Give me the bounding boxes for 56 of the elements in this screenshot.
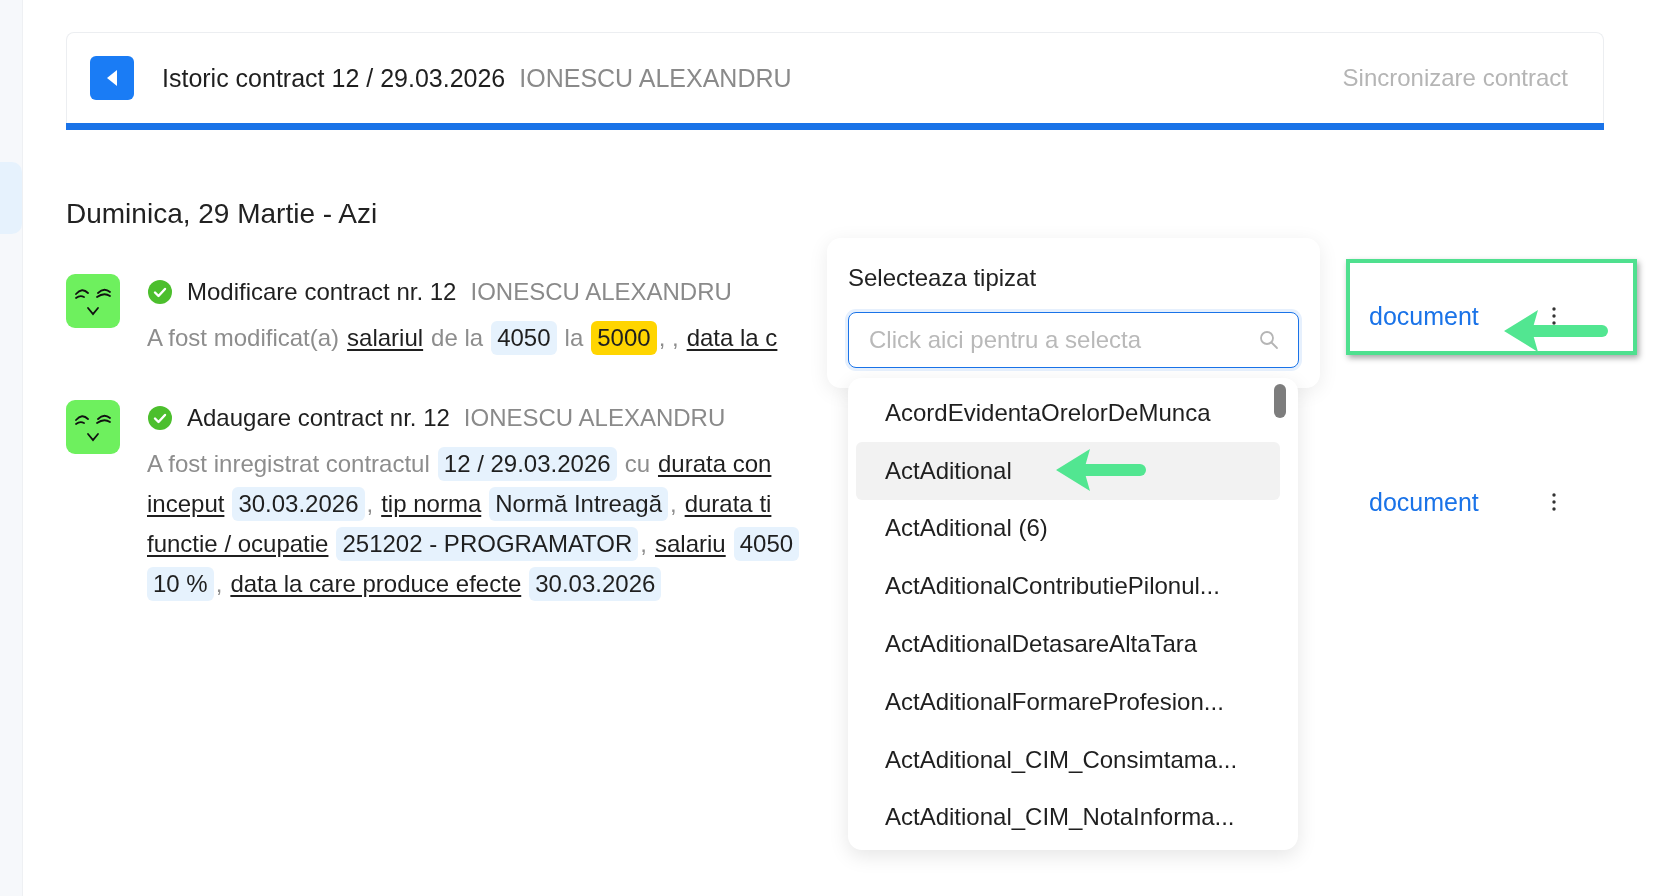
back-button[interactable] bbox=[90, 56, 134, 100]
scrollbar-thumb[interactable] bbox=[1274, 384, 1286, 418]
field-value: 12 / 29.03.2026 bbox=[437, 447, 617, 481]
page-title: Istoric contract 12 / 29.03.2026 bbox=[162, 63, 506, 93]
kebab-icon bbox=[1552, 307, 1556, 325]
field-value: 4050 bbox=[733, 527, 800, 561]
more-options-button[interactable] bbox=[1550, 491, 1558, 513]
entry-person: IONESCU ALEXANDRU bbox=[463, 404, 726, 432]
field-value: 5000 bbox=[591, 321, 657, 355]
field-value: 10 % bbox=[147, 567, 214, 601]
description-text: A fost inregistrat contractul bbox=[147, 450, 430, 478]
option-item[interactable]: ActAditionalContributiePilonul... bbox=[856, 557, 1280, 616]
field-link[interactable]: data la care produce efecte bbox=[230, 570, 522, 598]
search-icon bbox=[1259, 330, 1279, 350]
document-link[interactable]: document bbox=[1369, 487, 1479, 517]
field-value: 30.03.2026 bbox=[232, 487, 365, 521]
popover-title: Selecteaza tipizat bbox=[848, 264, 1038, 292]
kebab-icon bbox=[1552, 493, 1556, 511]
field-link[interactable]: tip norma bbox=[381, 490, 482, 518]
employee-name: IONESCU ALEXANDRU bbox=[519, 63, 792, 93]
description-text: cu bbox=[624, 450, 650, 478]
field-value: 30.03.2026 bbox=[529, 567, 662, 601]
description-text: de la bbox=[431, 324, 484, 352]
description-text: la bbox=[564, 324, 584, 352]
field-link[interactable]: durata ti bbox=[684, 490, 772, 518]
field-link[interactable]: data la c bbox=[686, 324, 778, 352]
field-link[interactable]: inceput bbox=[147, 490, 225, 518]
entry-title: Adaugare contract nr. 12 bbox=[187, 404, 450, 432]
document-link[interactable]: document bbox=[1369, 301, 1479, 331]
more-options-button[interactable] bbox=[1550, 305, 1558, 327]
description-text: , bbox=[215, 570, 223, 598]
field-link[interactable]: durata con bbox=[658, 450, 772, 478]
option-item[interactable]: ActAditional_CIM_NotaInforma... bbox=[856, 788, 1280, 847]
day-heading: Duminica, 29 Martie - Azi bbox=[66, 198, 379, 230]
search-field[interactable]: Click aici pentru a selecta bbox=[848, 312, 1299, 368]
description-text: , bbox=[366, 490, 374, 518]
option-item[interactable]: ActAditional (6) bbox=[856, 499, 1280, 558]
option-item[interactable]: ActAditional_CIM_Consimtama... bbox=[856, 730, 1280, 789]
entry-title: Modificare contract nr. 12 bbox=[187, 278, 457, 306]
smiley-avatar-icon bbox=[66, 274, 120, 328]
field-link[interactable]: functie / ocupatie bbox=[147, 530, 329, 558]
field-link[interactable]: salariu bbox=[655, 530, 726, 558]
description-text: A fost modificat(a) bbox=[147, 324, 340, 352]
field-value: 4050 bbox=[491, 321, 557, 355]
field-value: Normă Intreagă bbox=[489, 487, 668, 521]
description-text: , bbox=[670, 490, 677, 518]
option-item[interactable]: ActAditionalFormareProfesion... bbox=[856, 673, 1280, 731]
option-item[interactable]: ActAditional bbox=[856, 441, 1280, 500]
description-text: , bbox=[640, 530, 647, 558]
smiley-avatar-icon bbox=[66, 400, 120, 454]
description-text: , , bbox=[658, 324, 679, 352]
entry-person: IONESCU ALEXANDRU bbox=[470, 278, 732, 306]
field-link[interactable]: salariul bbox=[347, 324, 424, 352]
caret-left-icon bbox=[105, 69, 119, 87]
field-value: 251202 - PROGRAMATOR bbox=[336, 527, 639, 561]
option-item[interactable]: ActAditionalDetasareAltaTara bbox=[856, 615, 1280, 673]
